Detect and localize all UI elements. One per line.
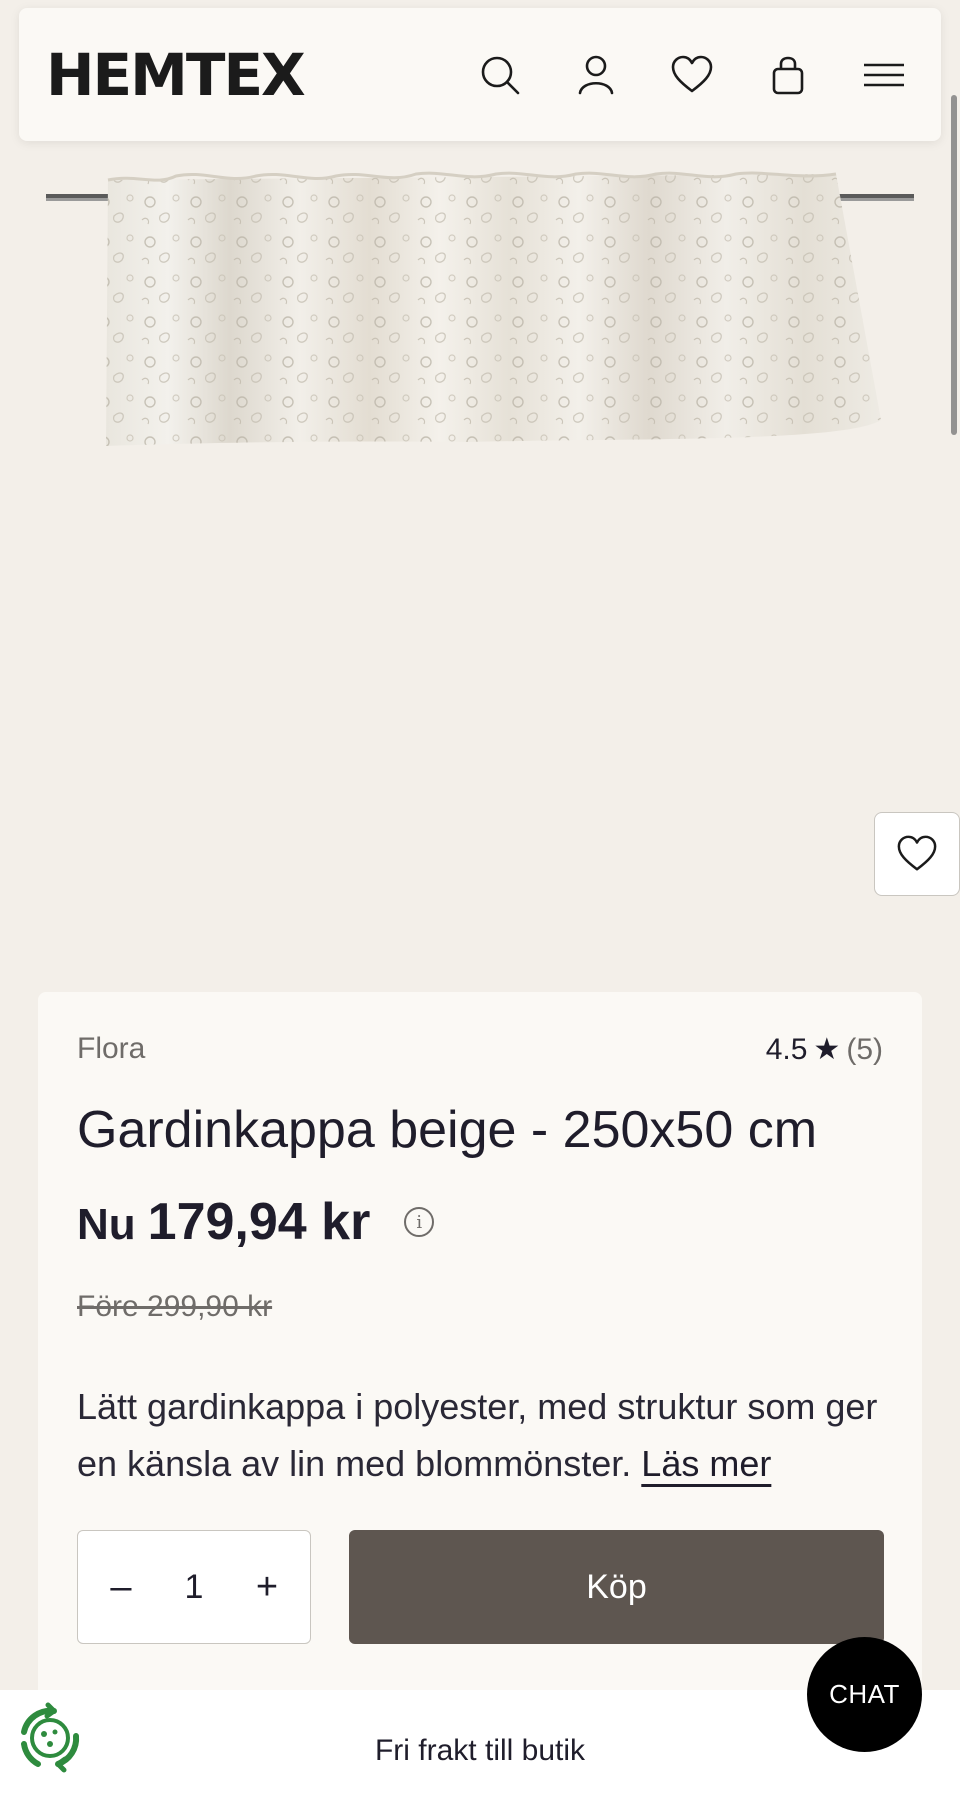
- product-rating[interactable]: 4.5 ★ (5): [766, 1032, 883, 1067]
- review-count: (5): [846, 1032, 883, 1066]
- quantity-value[interactable]: 1: [185, 1568, 204, 1607]
- star-icon: ★: [813, 1033, 841, 1066]
- price-value: 179,94 kr: [147, 1193, 371, 1251]
- quantity-stepper: – 1 +: [77, 1530, 311, 1644]
- recycle-icon[interactable]: [14, 1702, 86, 1774]
- add-to-wishlist-button[interactable]: [874, 812, 960, 896]
- product-brand[interactable]: Flora: [77, 1032, 145, 1066]
- chat-button[interactable]: CHAT: [807, 1637, 922, 1752]
- product-info-card: Flora 4.5 ★ (5) Gardinkappa beige - 250x…: [38, 992, 922, 1712]
- price-prefix: Nu: [77, 1200, 136, 1249]
- buy-button[interactable]: Köp: [349, 1530, 884, 1644]
- heart-icon: [897, 835, 937, 871]
- product-title: Gardinkappa beige - 250x50 cm: [77, 1101, 818, 1159]
- product-description: Lätt gardinkappa i polyester, med strukt…: [77, 1378, 897, 1492]
- price-row: Nu 179,94 kr i: [77, 1192, 435, 1252]
- site-header: HEMTEX: [19, 8, 941, 141]
- cart-icon[interactable]: [759, 46, 817, 104]
- decrease-quantity-button[interactable]: –: [104, 1566, 138, 1609]
- wishlist-icon[interactable]: [663, 46, 721, 104]
- header-icons: [471, 46, 913, 104]
- increase-quantity-button[interactable]: +: [250, 1566, 284, 1609]
- previous-price: Före 299,90 kr: [77, 1290, 273, 1323]
- product-image: [46, 150, 914, 530]
- price-info-icon[interactable]: i: [404, 1207, 435, 1237]
- search-icon[interactable]: [471, 46, 529, 104]
- page-scrollbar[interactable]: [951, 95, 957, 435]
- rating-value: 4.5: [765, 1032, 808, 1066]
- read-more-link[interactable]: Läs mer: [641, 1443, 771, 1484]
- current-price: Nu 179,94 kr: [77, 1192, 370, 1252]
- hemtex-logo[interactable]: HEMTEX: [46, 46, 306, 104]
- account-icon[interactable]: [567, 46, 625, 104]
- menu-icon[interactable]: [855, 46, 913, 104]
- shipping-text: Fri frakt till butik: [374, 1733, 586, 1767]
